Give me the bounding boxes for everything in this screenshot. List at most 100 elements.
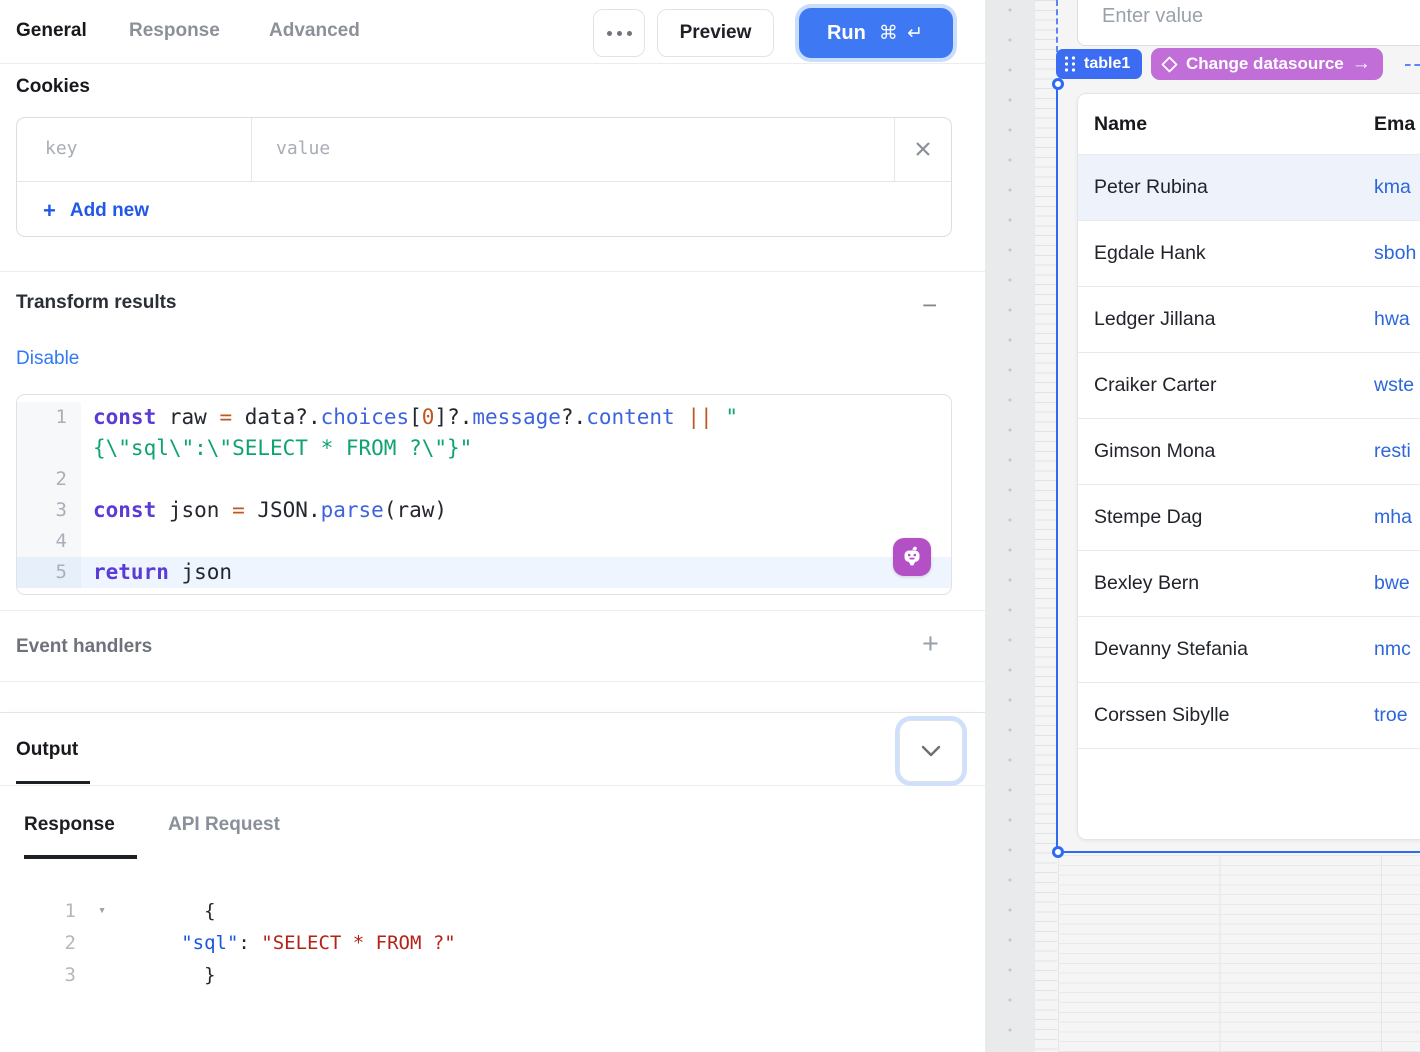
- line-number: 2: [17, 464, 81, 495]
- text-input-widget[interactable]: [1077, 0, 1420, 46]
- more-options-button[interactable]: [593, 9, 645, 57]
- canvas-grid: [1058, 855, 1420, 1052]
- resize-handle-top[interactable]: [1052, 78, 1064, 90]
- selection-left-edge: [1056, 84, 1058, 852]
- table-row[interactable]: Egdale Hank sboh: [1078, 221, 1420, 287]
- output-panel-divider: [0, 712, 985, 713]
- cell-email-link[interactable]: kma: [1374, 155, 1411, 220]
- response-json-viewer: 1▾ {2 "sql": "SELECT * FROM ?"3 }: [0, 895, 985, 991]
- line-number: 3: [17, 495, 81, 526]
- cell-email-link[interactable]: troe: [1374, 683, 1408, 748]
- cell-name: Stempe Dag: [1094, 485, 1202, 550]
- line-number: [17, 433, 81, 464]
- collapse-output-button[interactable]: [899, 720, 963, 782]
- tab-output-api-request[interactable]: API Request: [168, 814, 280, 836]
- disable-transform-link[interactable]: Disable: [16, 348, 79, 370]
- line-number: 5: [17, 557, 81, 588]
- collapse-triangle-icon[interactable]: ▾: [80, 895, 124, 927]
- table-row[interactable]: Peter Rubina kma: [1078, 155, 1420, 221]
- arrow-spacer: [80, 927, 124, 959]
- code-text: {\"sql\":\"SELECT * FROM ?\"}": [81, 433, 951, 464]
- transform-code-editor[interactable]: 1const raw = data?.choices[0]?.message?.…: [16, 394, 952, 595]
- column-guide-line: [1056, 0, 1058, 52]
- code-text: const json = JSON.parse(raw): [81, 495, 951, 526]
- code-text: [81, 464, 951, 495]
- table-row[interactable]: Ledger Jillana hwa: [1078, 287, 1420, 353]
- table-row[interactable]: Devanny Stefanianmc: [1078, 617, 1420, 683]
- line-number: 1: [17, 402, 81, 433]
- tab-output-response[interactable]: Response: [24, 814, 115, 836]
- tab-advanced[interactable]: Advanced: [269, 20, 360, 42]
- json-line: 1▾ {: [0, 895, 985, 927]
- table-header-row: Name Ema: [1078, 94, 1420, 155]
- cell-name: Peter Rubina: [1094, 155, 1208, 220]
- app-canvas[interactable]: table1 Change datasource → Name Ema Pete…: [985, 0, 1420, 1052]
- add-event-handler-icon[interactable]: +: [922, 630, 939, 659]
- line-number: 3: [0, 959, 80, 991]
- cell-email-link[interactable]: t: [1374, 749, 1379, 767]
- cell-email-link[interactable]: hwa: [1374, 287, 1410, 352]
- selection-bottom-edge: [1056, 851, 1420, 853]
- cell-email-link[interactable]: mha: [1374, 485, 1412, 550]
- tab-general[interactable]: General: [16, 20, 87, 42]
- cell-email-link[interactable]: resti: [1374, 419, 1411, 484]
- code-line[interactable]: 1const raw = data?.choices[0]?.message?.…: [17, 402, 951, 433]
- add-new-cookie-button[interactable]: + Add new: [43, 198, 149, 224]
- cell-email-link[interactable]: wste: [1374, 353, 1414, 418]
- component-name-pill[interactable]: table1: [1056, 49, 1142, 79]
- table-row[interactable]: Craiker Carterwste: [1078, 353, 1420, 419]
- row-guide-line: [1405, 64, 1420, 66]
- line-number: 1: [0, 895, 80, 927]
- section-divider: [0, 610, 985, 611]
- line-number: 4: [17, 526, 81, 557]
- code-line[interactable]: 3const json = JSON.parse(raw): [17, 495, 951, 526]
- ai-assistant-button[interactable]: [893, 538, 931, 576]
- resize-handle-bottom[interactable]: [1052, 846, 1064, 858]
- query-editor-panel: General Response Advanced Preview Run ⌘ …: [0, 0, 986, 1052]
- tab-response[interactable]: Response: [129, 20, 220, 42]
- json-line: 2 "sql": "SELECT * FROM ?": [0, 927, 985, 959]
- cookie-key-input[interactable]: key: [45, 138, 78, 159]
- plus-icon: +: [43, 198, 56, 224]
- delete-cookie-icon[interactable]: [913, 139, 933, 159]
- column-header-name[interactable]: Name: [1094, 94, 1147, 154]
- section-divider: [0, 785, 985, 786]
- code-line[interactable]: 2: [17, 464, 951, 495]
- table-row[interactable]: Corssen Sibylle troe: [1078, 683, 1420, 749]
- cell-name: Gimson Mona: [1094, 419, 1215, 484]
- output-underline: [16, 781, 90, 784]
- event-handlers-title: Event handlers: [16, 636, 152, 658]
- arrow-spacer: [80, 959, 124, 991]
- cell-name: Corssen Sibylle: [1094, 683, 1229, 748]
- table-row[interactable]: Gimson Mona resti: [1078, 419, 1420, 485]
- change-datasource-button[interactable]: Change datasource →: [1151, 48, 1383, 80]
- collapse-minus-icon[interactable]: −: [922, 292, 937, 318]
- run-button[interactable]: Run ⌘ ↵: [799, 8, 953, 58]
- code-line[interactable]: {\"sql\":\"SELECT * FROM ?\"}": [17, 433, 951, 464]
- cell-name: Egdale Hank: [1094, 221, 1206, 286]
- table-widget[interactable]: Name Ema Peter RubinakmaEgdale HanksbohL…: [1077, 93, 1420, 840]
- ellipsis-icon: [607, 31, 632, 36]
- cookie-row: key value: [17, 118, 951, 182]
- table-row[interactable]: Stempe Dag mha: [1078, 485, 1420, 551]
- table-row[interactable]: Lovering Rich t: [1078, 749, 1420, 767]
- table-row[interactable]: Bexley Bernbwe: [1078, 551, 1420, 617]
- cell-name: Lovering Rich: [1094, 749, 1213, 767]
- retool-query-editor-screen: General Response Advanced Preview Run ⌘ …: [0, 0, 1420, 1052]
- column-header-email[interactable]: Ema: [1374, 94, 1415, 154]
- cell-email-link[interactable]: nmc: [1374, 617, 1411, 682]
- cell-email-link[interactable]: sboh: [1374, 221, 1416, 286]
- cell-email-link[interactable]: bwe: [1374, 551, 1410, 616]
- json-text: }: [124, 959, 216, 991]
- code-line[interactable]: 5return json: [17, 557, 951, 588]
- json-line: 3 }: [0, 959, 985, 991]
- cell-name: Ledger Jillana: [1094, 287, 1215, 352]
- preview-button[interactable]: Preview: [657, 9, 774, 57]
- sparkle-diamond-icon: [1161, 56, 1178, 73]
- line-number: 2: [0, 927, 80, 959]
- chevron-down-icon: [920, 744, 942, 758]
- cookie-value-input[interactable]: value: [276, 138, 330, 159]
- code-line[interactable]: 4: [17, 526, 951, 557]
- json-text: {: [124, 895, 216, 927]
- arrow-right-icon: →: [1352, 53, 1371, 75]
